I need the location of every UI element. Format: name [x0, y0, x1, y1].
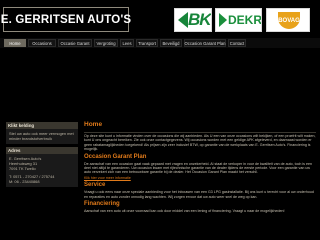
banner-area: [0, 52, 320, 116]
garant-plan-text: De aanschaf van een occasion gaat vaak g…: [84, 161, 312, 175]
more-info-link[interactable]: Klik hier voor meer informatie: [84, 176, 316, 180]
site-logo[interactable]: E. GERRITSEN AUTO'S: [0, 7, 132, 32]
bk-logo-text: BK: [188, 10, 211, 29]
nav-item-occasie-garant[interactable]: Occasie Garant: [58, 39, 92, 47]
sidebar-address: E. Gerritsen Auto's Heerhuisweg 31 7091 …: [6, 154, 78, 187]
sidebar-heading-promo: Klikt kelding: [6, 122, 78, 129]
nav-item-vergroting[interactable]: Vergroting: [94, 39, 118, 47]
title-divider: [84, 132, 316, 133]
sidebar-heading-address: Adres: [6, 147, 78, 154]
header: E. GERRITSEN AUTO'S BK DEKRA BOVAG: [0, 0, 320, 36]
page-title: Home: [84, 121, 103, 128]
bk-logo: BK: [174, 8, 212, 32]
nav-item-occasion-garant-plan[interactable]: Occasion Garant Plan: [184, 39, 226, 47]
sidebar: Klikt kelding Stel uw auto ook meer verm…: [6, 122, 78, 187]
nav-item-beveiligd[interactable]: Beveiligd: [160, 39, 182, 47]
service-text: Vraagt u ook eens naar onze speciale aan…: [84, 190, 314, 199]
nav-item-lees[interactable]: Lees: [120, 39, 134, 47]
sidebar-promo-text[interactable]: Stel uw auto ook meer vermogen met minde…: [6, 129, 78, 144]
nav-item-contact[interactable]: Contact: [228, 39, 246, 47]
dekra-mark-icon: [219, 13, 227, 27]
dekra-logo-text: DEKRA: [228, 13, 262, 27]
main-content: Home Op deze site kunt u informatie vind…: [84, 121, 316, 214]
logo-text: E. GERRITSEN AUTO'S: [0, 13, 132, 26]
main-nav: Home Occasions Occasie Garant Vergroting…: [0, 38, 320, 48]
bovag-logo: BOVAG: [266, 8, 310, 32]
section-title-garant-plan: Occasion Garant Plan: [84, 153, 147, 160]
nav-item-transport[interactable]: Transport: [136, 39, 158, 47]
section-title-service: Service: [84, 182, 106, 189]
nav-item-home[interactable]: Home: [4, 39, 26, 47]
section-title-financiering: Financiering: [84, 201, 120, 208]
nav-item-occasions[interactable]: Occasions: [28, 39, 56, 47]
financiering-text: Aanschaf van een auto uit onze voorraad …: [84, 209, 285, 214]
dekra-logo: DEKRA: [215, 8, 262, 32]
intro-text: Op deze site kunt u informatie vinden ov…: [84, 134, 316, 152]
bovag-shield-icon: BOVAG: [278, 12, 300, 29]
phone-line: M: 06 - 23440868: [9, 179, 40, 184]
bovag-logo-text: BOVAG: [278, 17, 300, 24]
bk-mark-icon: [178, 12, 188, 28]
